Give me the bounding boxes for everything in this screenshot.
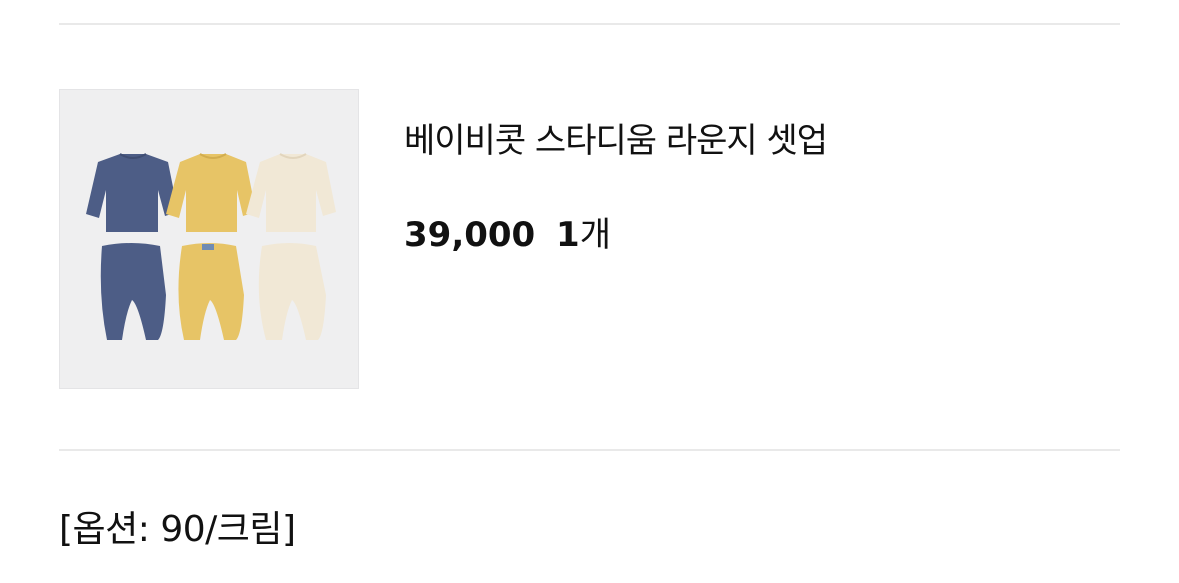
product-quantity: 1	[556, 215, 580, 255]
mustard-pants-shape	[178, 243, 244, 340]
price-quantity-line: 39,000 1개	[404, 207, 611, 256]
quantity-unit: 개	[579, 215, 611, 255]
mustard-top-shape	[166, 153, 256, 232]
cream-pants-shape	[258, 243, 326, 340]
order-item-row: 베이비콧 스타디움 라운지 셋업 39,000 1개	[59, 89, 1120, 389]
product-name[interactable]: 베이비콧 스타디움 라운지 셋업	[404, 113, 828, 162]
product-price: 39,000	[404, 215, 536, 255]
middle-divider	[59, 449, 1120, 451]
navy-top-shape	[86, 153, 178, 232]
selected-option: [옵션: 90/크림]	[59, 509, 296, 550]
top-divider	[59, 23, 1120, 25]
cream-top-shape	[246, 153, 336, 232]
product-photo-icon	[86, 153, 336, 340]
product-image[interactable]	[59, 89, 359, 389]
navy-pants-shape	[100, 243, 166, 340]
